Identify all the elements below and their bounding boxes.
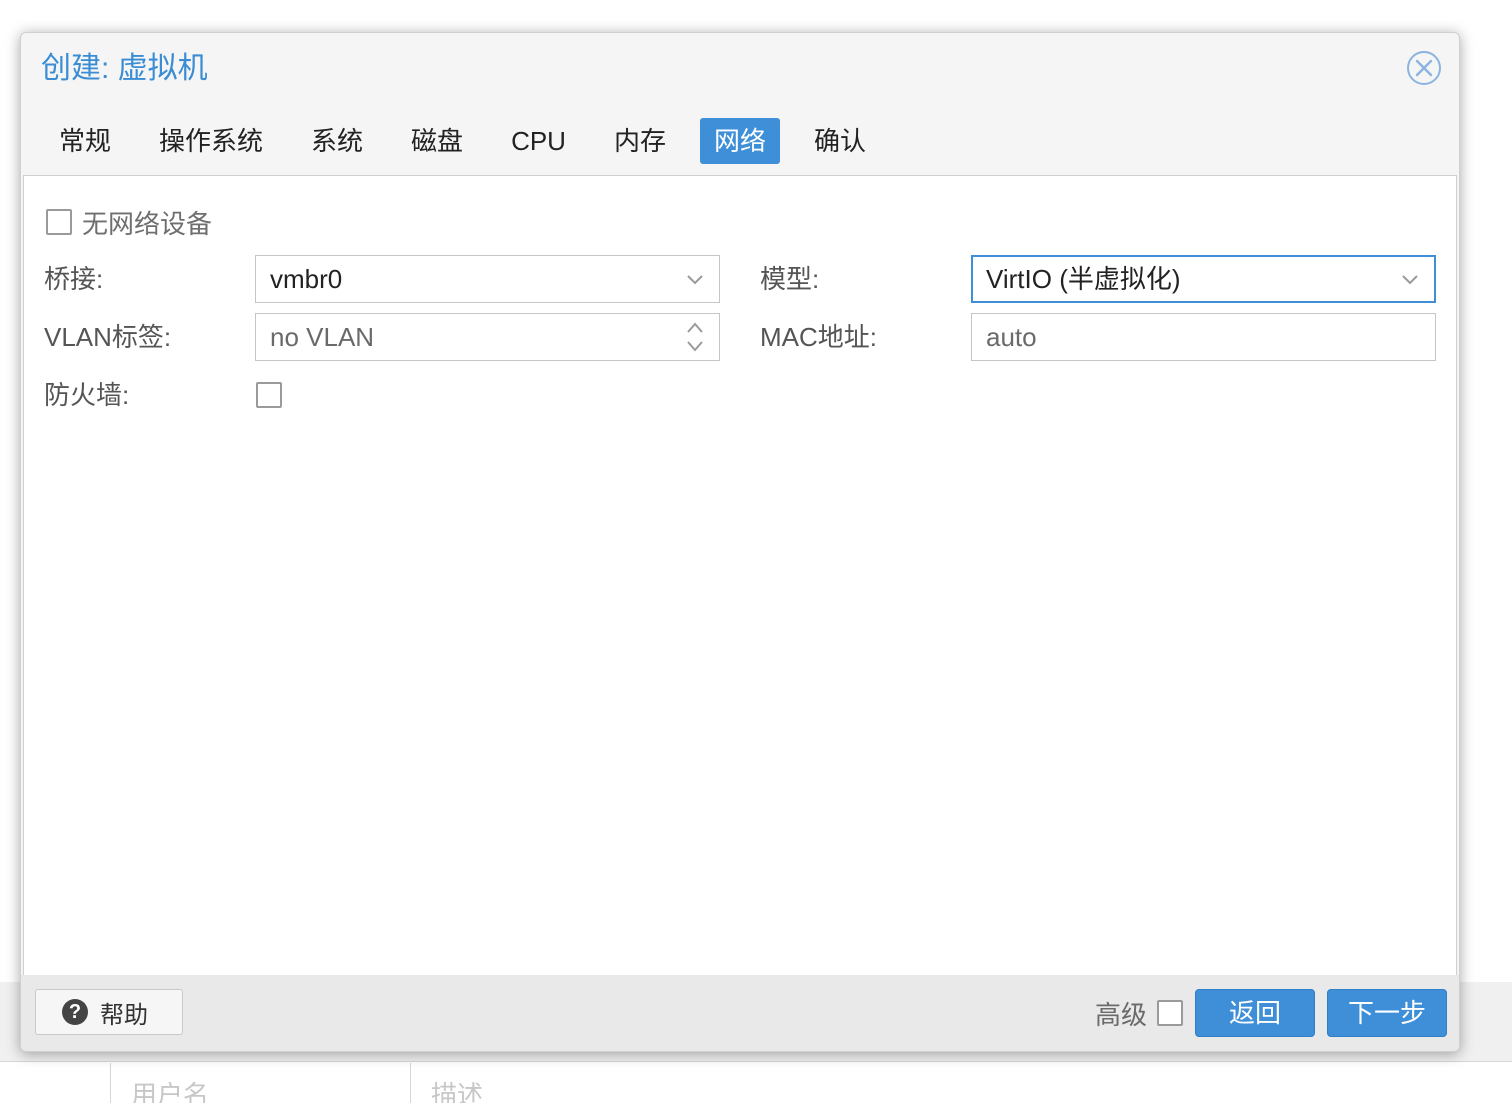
tab-confirm[interactable]: 确认 [800,118,880,164]
bridge-label: 桥接: [44,264,104,294]
network-panel: 无网络设备 桥接: vmbr0 模型: VirtIO (半虚拟化) VLAN标签… [23,175,1457,977]
advanced-toggle: 高级 [1095,989,1183,1037]
no-network-device-checkbox[interactable] [46,209,72,235]
tab-cpu[interactable]: CPU [497,118,580,164]
model-dropdown-trigger[interactable] [1398,257,1422,301]
model-select[interactable]: VirtIO (半虚拟化) [971,255,1436,303]
mac-value: auto [986,322,1037,352]
tab-system[interactable]: 系统 [297,118,377,164]
chevron-down-icon [1402,275,1418,285]
mac-label: MAC地址: [760,322,878,352]
bridge-dropdown-trigger[interactable] [683,256,707,302]
spinner-arrows-icon [687,322,703,352]
wizard-tabs: 常规 操作系统 系统 磁盘 CPU 内存 网络 确认 [45,117,900,165]
tab-memory[interactable]: 内存 [600,118,680,164]
back-button[interactable]: 返回 [1195,989,1315,1037]
next-button[interactable]: 下一步 [1327,989,1447,1037]
vlan-value: no VLAN [270,322,375,352]
model-value: VirtIO (半虚拟化) [986,264,1181,294]
dialog-title: 创建: 虚拟机 [41,52,208,85]
bridge-select[interactable]: vmbr0 [255,255,720,303]
advanced-checkbox[interactable] [1157,1000,1183,1026]
help-label: 帮助 [100,1001,148,1029]
dialog-footer: ? 帮助 高级 返回 下一步 [21,975,1459,1051]
tab-os[interactable]: 操作系统 [145,118,277,164]
tab-disks[interactable]: 磁盘 [397,118,477,164]
firewall-label: 防火墙: [44,380,130,410]
create-vm-dialog: 创建: 虚拟机 常规 操作系统 系统 磁盘 CPU 内存 网络 确认 无网络设备… [20,32,1460,1052]
background-column-description: 描述 [410,1063,710,1103]
help-button[interactable]: ? 帮助 [35,989,183,1035]
tab-network[interactable]: 网络 [699,118,780,164]
model-label: 模型: [760,264,820,294]
tab-general[interactable]: 常规 [45,118,125,164]
no-network-device-label: 无网络设备 [82,208,213,239]
firewall-checkbox[interactable] [256,382,282,408]
close-icon [1415,59,1433,77]
mac-address-input[interactable]: auto [971,313,1436,361]
vlan-spin-trigger[interactable] [683,314,707,360]
close-button[interactable] [1407,51,1441,85]
vlan-spinner[interactable]: no VLAN [255,313,720,361]
bridge-value: vmbr0 [270,264,343,294]
vlan-label: VLAN标签: [44,322,172,352]
chevron-down-icon [687,275,703,285]
help-icon: ? [62,999,88,1025]
background-column-username: 用户名 [110,1063,410,1103]
advanced-label: 高级 [1094,999,1147,1030]
no-network-device-row: 无网络设备 [46,206,213,239]
